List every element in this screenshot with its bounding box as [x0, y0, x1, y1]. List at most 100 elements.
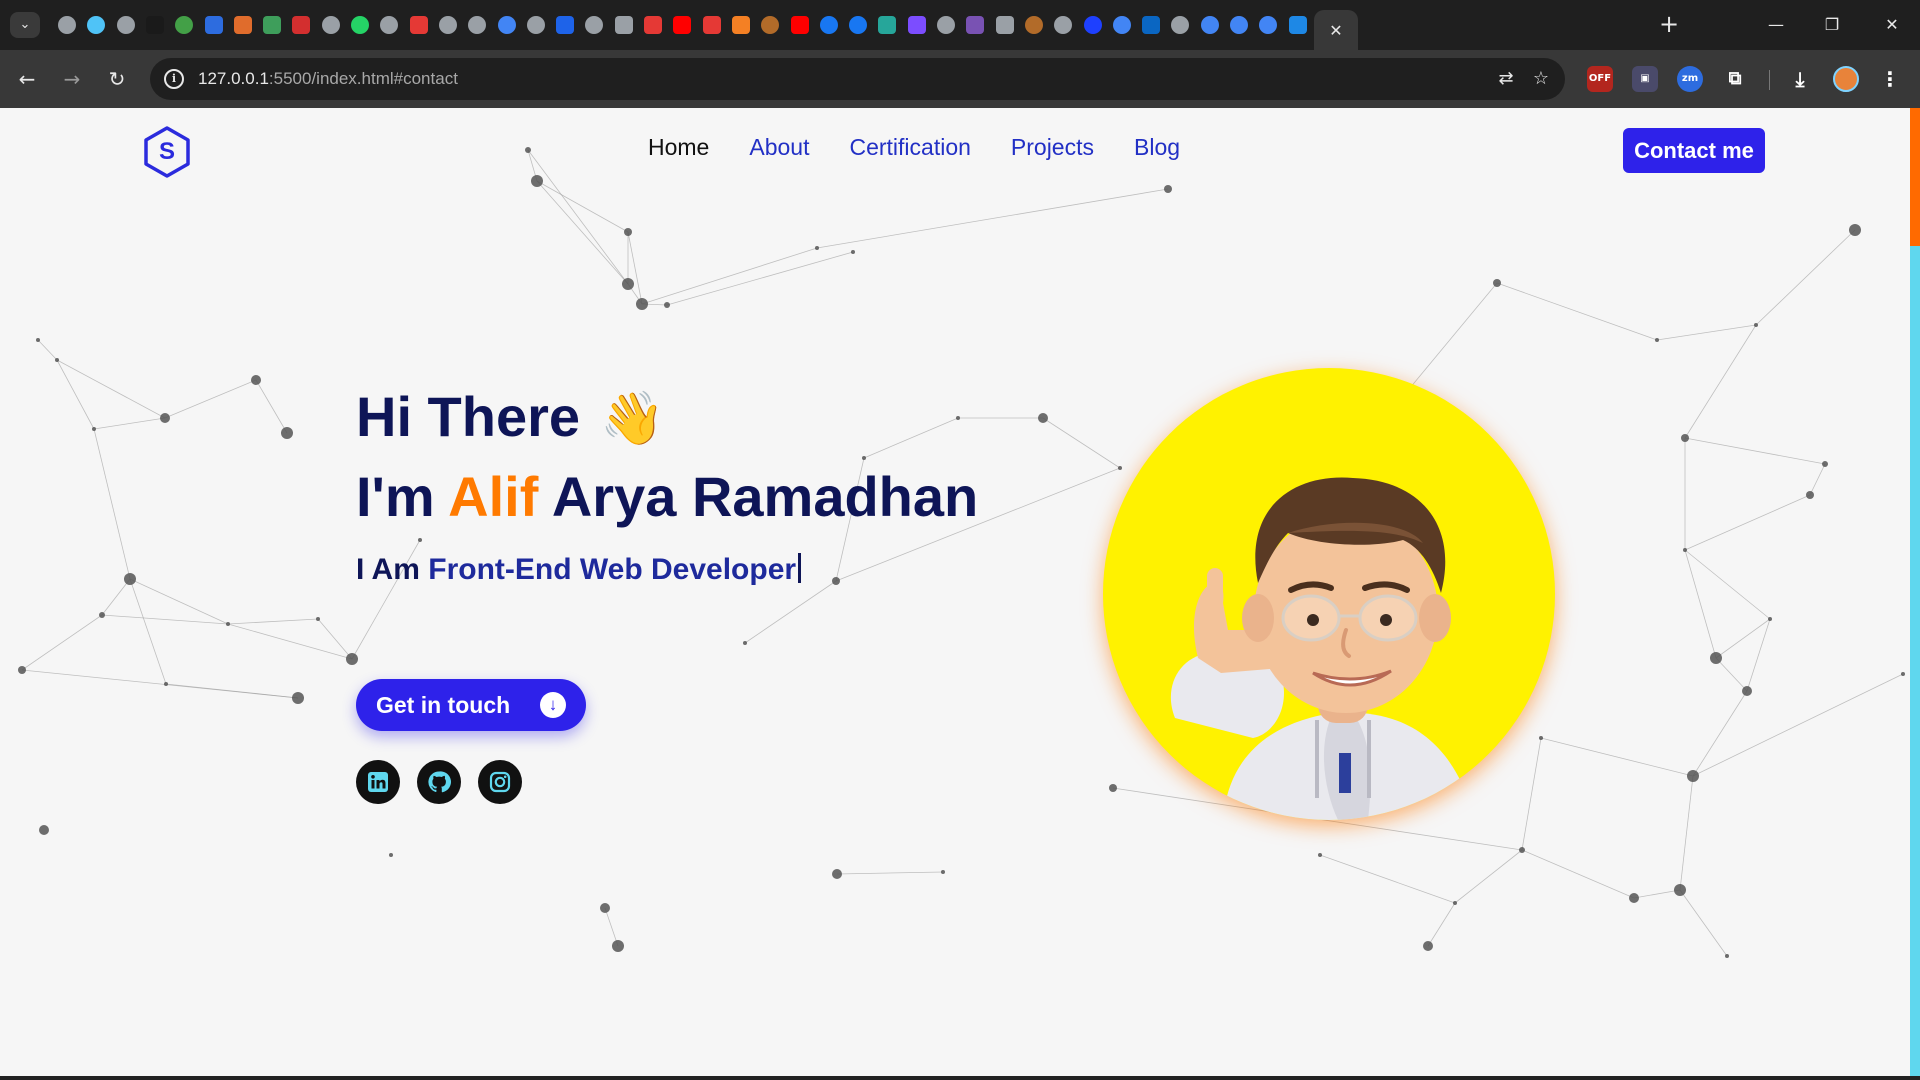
- network-node: [1725, 954, 1729, 958]
- network-edge: [255, 379, 288, 434]
- network-edge: [744, 580, 837, 644]
- network-edge: [129, 578, 229, 625]
- network-node: [92, 427, 96, 431]
- nav-about[interactable]: About: [749, 134, 809, 168]
- github-icon: [1054, 16, 1073, 34]
- particle-network-background: [18, 147, 1905, 958]
- translate-icon[interactable]: ⇄: [1495, 68, 1517, 90]
- network-node: [55, 358, 59, 362]
- chrome-icon: [58, 16, 76, 34]
- network-node: [1849, 224, 1861, 236]
- notion-icon: [145, 16, 164, 34]
- page-scrollbar[interactable]: [1910, 108, 1920, 1080]
- chrome-icon: [526, 16, 545, 34]
- scrollbar-thumb[interactable]: [1910, 108, 1920, 246]
- eye-icon: [761, 16, 780, 34]
- network-edge: [1521, 849, 1635, 899]
- profile-avatar[interactable]: [1833, 66, 1859, 92]
- tab-strip: ⌄ ✕ + — ❐ ✕: [0, 0, 1920, 50]
- site-logo[interactable]: S: [143, 126, 191, 178]
- memoji-illustration: [1170, 477, 1475, 820]
- network-node: [251, 375, 261, 385]
- linkedin-link[interactable]: [356, 760, 400, 804]
- zoom-extension-icon[interactable]: zm: [1677, 66, 1703, 92]
- extension-tabs-icon[interactable]: ▣: [1632, 66, 1658, 92]
- active-browser-tab[interactable]: ✕: [1313, 10, 1358, 50]
- pen-icon: [233, 16, 252, 34]
- network-edge: [666, 251, 854, 306]
- network-node: [316, 617, 320, 621]
- arrow-down-circle-icon: ↓: [540, 692, 566, 718]
- youtube-icon: [673, 16, 692, 34]
- reload-button[interactable]: ↻: [102, 64, 132, 94]
- nav-certification[interactable]: Certification: [849, 134, 970, 168]
- bootstrap-icon: [966, 16, 985, 34]
- tab-search-button[interactable]: ⌄: [10, 12, 40, 38]
- network-node: [1519, 847, 1525, 853]
- network-edge: [1679, 775, 1694, 891]
- network-node: [99, 612, 105, 618]
- extension-off-icon[interactable]: OFF: [1587, 66, 1613, 92]
- network-node: [1683, 548, 1687, 552]
- social-links: [356, 760, 522, 804]
- forward-button[interactable]: →: [57, 64, 87, 94]
- github-copilot-icon: [438, 16, 457, 34]
- browser-toolbar: ← → ↻ i 127.0.0.1:5500/index.html#contac…: [0, 50, 1920, 108]
- network-edge: [1684, 437, 1826, 465]
- url-text[interactable]: 127.0.0.1:5500/index.html#contact: [198, 69, 458, 89]
- network-node: [832, 577, 840, 585]
- github-icon: [1171, 16, 1190, 34]
- laravel-icon: [644, 16, 662, 34]
- nav-home[interactable]: Home: [648, 134, 709, 168]
- extensions-puzzle-icon[interactable]: ⧉: [1722, 66, 1748, 92]
- network-node: [525, 147, 531, 153]
- network-edge: [1427, 902, 1456, 947]
- close-tab-icon[interactable]: ✕: [1329, 21, 1342, 40]
- restore-button[interactable]: ❐: [1808, 10, 1856, 40]
- bookmark-star-icon[interactable]: ☆: [1530, 68, 1552, 90]
- address-bar[interactable]: i 127.0.0.1:5500/index.html#contact ⇄ ☆: [150, 58, 1565, 100]
- back-button[interactable]: ←: [12, 64, 42, 94]
- google-icon: [1200, 16, 1219, 34]
- contact-me-button[interactable]: Contact me: [1623, 128, 1765, 173]
- network-node: [832, 869, 842, 879]
- get-in-touch-button[interactable]: Get in touch ↓: [356, 679, 586, 731]
- menu-kebab-icon[interactable]: ⋮: [1877, 66, 1903, 92]
- google-icon: [497, 16, 516, 34]
- nav-projects[interactable]: Projects: [1011, 134, 1094, 168]
- network-node: [36, 338, 40, 342]
- download-icon[interactable]: ⤓: [1787, 66, 1813, 92]
- nav-blog[interactable]: Blog: [1134, 134, 1180, 168]
- typing-cursor: [798, 553, 802, 583]
- chrome-icon: [116, 16, 135, 34]
- network-edge: [1656, 324, 1757, 341]
- minimize-button[interactable]: —: [1752, 10, 1800, 40]
- github-link[interactable]: [417, 760, 461, 804]
- network-node: [636, 298, 648, 310]
- new-tab-button[interactable]: +: [1655, 11, 1683, 39]
- close-window-button[interactable]: ✕: [1868, 10, 1916, 40]
- network-edge: [641, 247, 818, 305]
- network-node: [1164, 185, 1172, 193]
- last-name: Arya Ramadhan: [551, 465, 979, 528]
- network-node: [1742, 686, 1752, 696]
- analytics-icon: [87, 16, 106, 34]
- network-edge: [56, 359, 166, 419]
- browser-tab[interactable]: [1281, 10, 1315, 40]
- instagram-icon: [489, 771, 511, 793]
- network-edge: [129, 578, 167, 685]
- network-edge: [536, 180, 629, 233]
- youtube-icon: [790, 16, 809, 34]
- network-node: [1629, 893, 1639, 903]
- network-node: [1423, 941, 1433, 951]
- heart-icon: [1288, 16, 1307, 34]
- network-node: [160, 413, 170, 423]
- network-edge: [101, 614, 229, 625]
- instagram-link[interactable]: [478, 760, 522, 804]
- cta-label: Get in touch: [376, 692, 511, 718]
- zoho-icon: [409, 16, 428, 34]
- site-info-icon[interactable]: i: [164, 69, 184, 89]
- network-edge: [816, 188, 1169, 249]
- network-node: [1453, 901, 1457, 905]
- network-node: [1318, 853, 1322, 857]
